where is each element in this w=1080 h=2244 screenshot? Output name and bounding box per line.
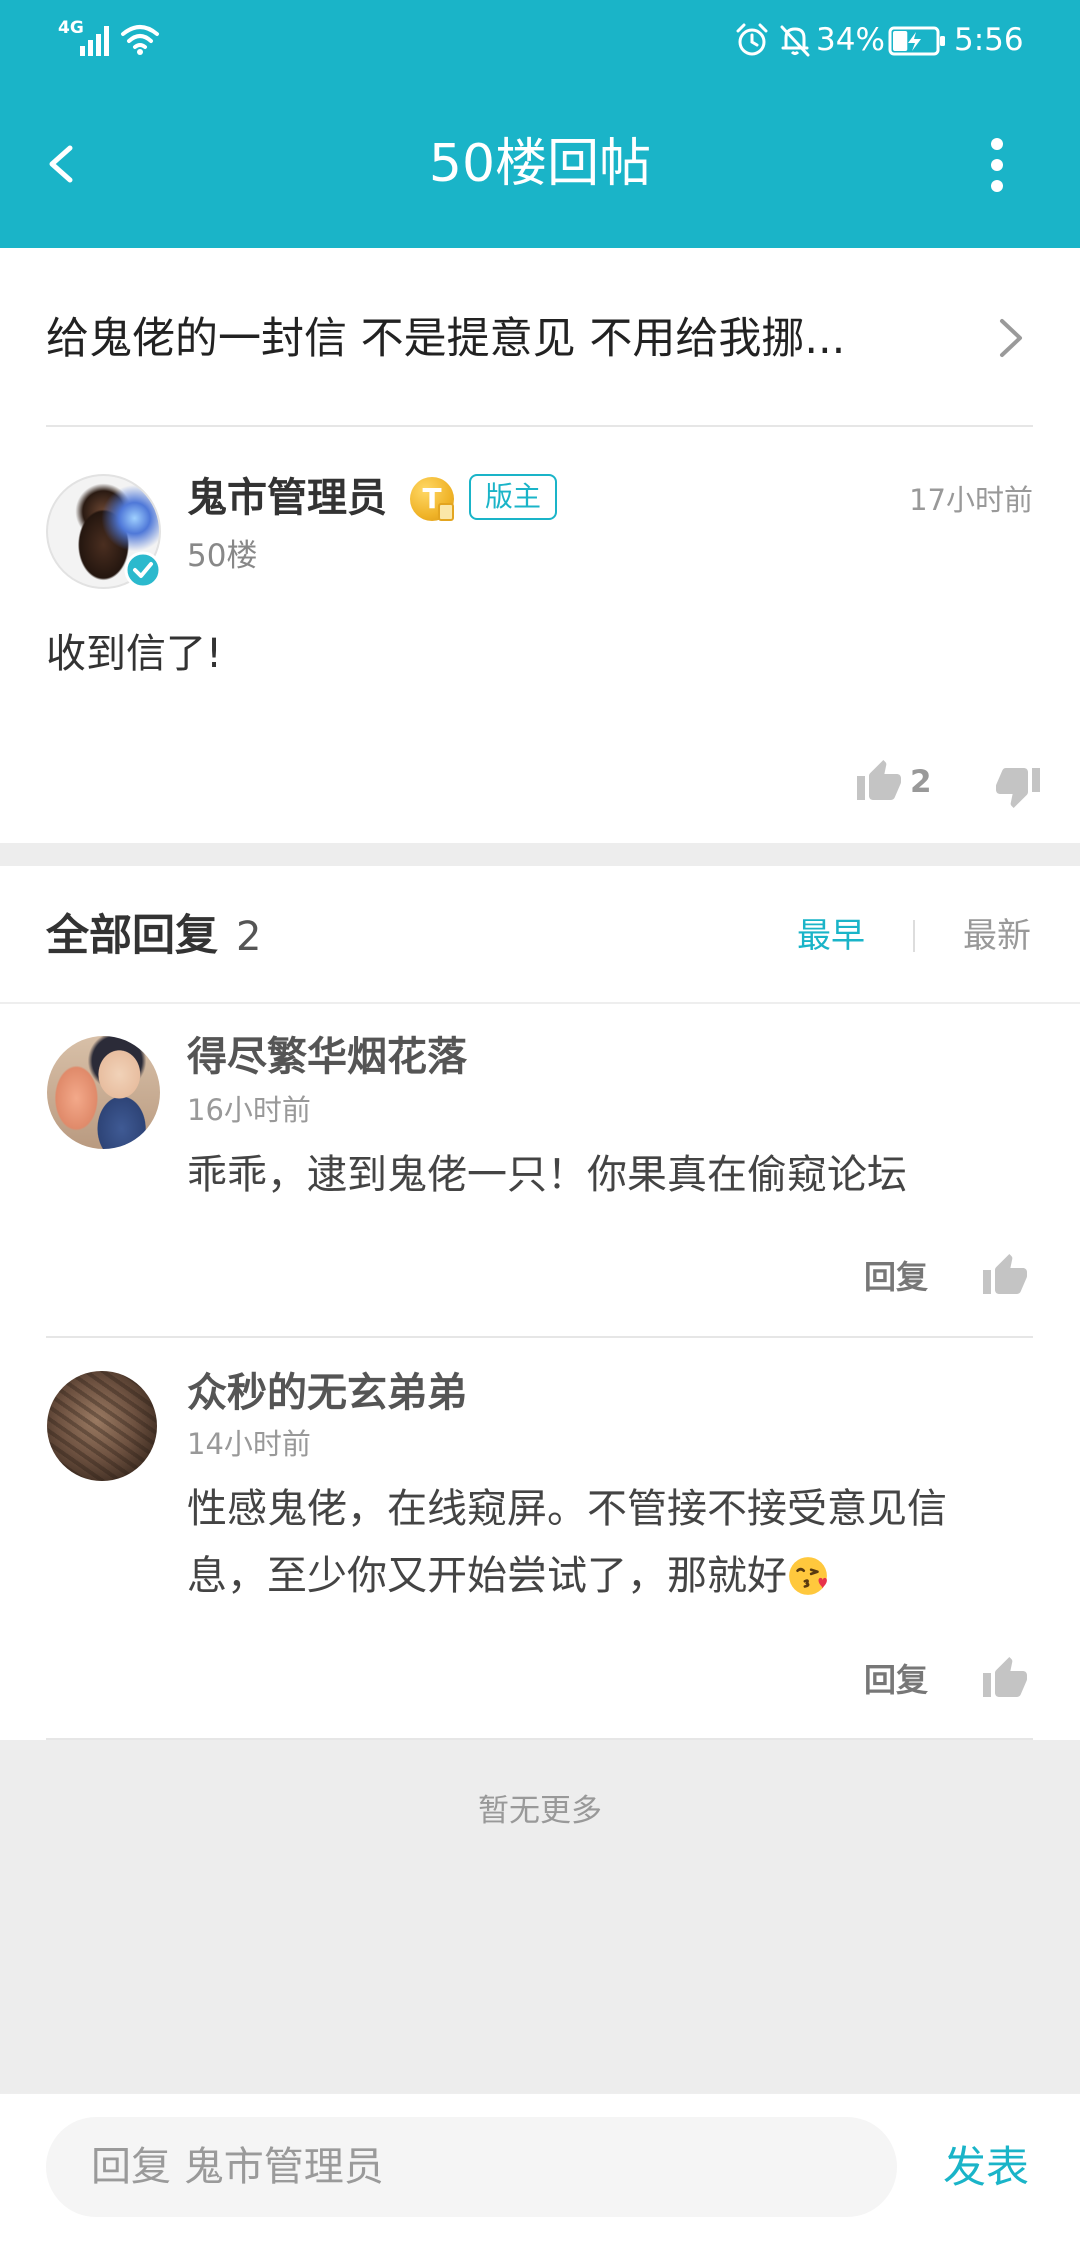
battery-charging-icon — [888, 26, 945, 56]
post-content: 收到信了! — [46, 631, 223, 677]
alarm-icon — [736, 23, 768, 56]
sort-latest-tab[interactable]: 最新 — [963, 913, 1031, 959]
reply-time: 14小时前 — [187, 1427, 311, 1461]
divider — [0, 1002, 1080, 1004]
reply-button[interactable]: 回复 — [864, 1256, 928, 1298]
no-more-label: 暂无更多 — [478, 1793, 602, 1829]
status-bar: 4G 34% 5:56 — [0, 0, 1080, 79]
clock: 5:56 — [954, 22, 1024, 58]
reply-author-name[interactable]: 得尽繁华烟花落 — [187, 1032, 467, 1082]
verified-check-icon — [124, 551, 162, 589]
reply-content: 乖乖，逮到鬼佬一只！你果真在偷窥论坛 — [187, 1152, 907, 1198]
thumb-up-icon[interactable] — [855, 758, 903, 806]
thread-link-row[interactable]: 给鬼佬的一封信 不是提意见 不用给我挪... — [0, 248, 1080, 424]
replies-title: 全部回复 — [46, 911, 218, 961]
reply-content: 性感鬼佬，在线窥屏。不管接不接受意见信息，至少你又开始尝试了，那就好 — [187, 1476, 977, 1610]
page-title: 50楼回帖 — [428, 134, 652, 194]
submit-button[interactable]: 发表 — [943, 2140, 1029, 2196]
reply-avatar[interactable] — [47, 1371, 157, 1481]
divider — [46, 425, 1033, 427]
divider — [46, 1336, 1033, 1338]
wifi-icon — [121, 25, 159, 55]
post-time: 17小时前 — [909, 483, 1033, 517]
moderator-badge: 版主 — [469, 474, 557, 520]
post-author-name[interactable]: 鬼市管理员 — [187, 473, 387, 523]
bell-off-icon — [780, 25, 810, 57]
thumb-up-icon[interactable] — [981, 1252, 1029, 1300]
more-vertical-icon[interactable] — [981, 136, 1013, 196]
reply-time: 16小时前 — [187, 1093, 311, 1127]
level-badge-icon: T — [410, 477, 454, 521]
reply-author-name[interactable]: 众秒的无玄弟弟 — [187, 1368, 467, 1418]
sort-divider — [913, 920, 915, 952]
signal-icon — [80, 26, 109, 56]
chevron-right-icon — [1000, 319, 1022, 357]
thread-title: 给鬼佬的一封信 不是提意见 不用给我挪... — [46, 314, 846, 364]
reply-content-text: 性感鬼佬，在线窥屏。不管接不接受意见信息，至少你又开始尝试了，那就好 — [187, 1486, 947, 1599]
reply-button[interactable]: 回复 — [864, 1659, 928, 1701]
thumb-up-icon[interactable] — [981, 1655, 1029, 1703]
face-blowing-a-kiss-icon — [789, 1557, 827, 1595]
thumb-down-icon[interactable] — [994, 762, 1042, 810]
replies-count: 2 — [236, 914, 262, 960]
reply-avatar[interactable] — [47, 1036, 160, 1149]
list-end-area: 暂无更多 — [0, 1740, 1080, 2093]
section-separator — [0, 843, 1080, 866]
sort-earliest-tab[interactable]: 最早 — [797, 913, 865, 959]
level-badge-tag — [438, 503, 454, 521]
like-count: 2 — [910, 764, 932, 800]
reply-input[interactable] — [46, 2117, 897, 2217]
replies-header: 全部回复 2 — [46, 908, 261, 965]
battery-percent: 34% — [816, 22, 885, 58]
floor-number: 50楼 — [187, 538, 258, 574]
